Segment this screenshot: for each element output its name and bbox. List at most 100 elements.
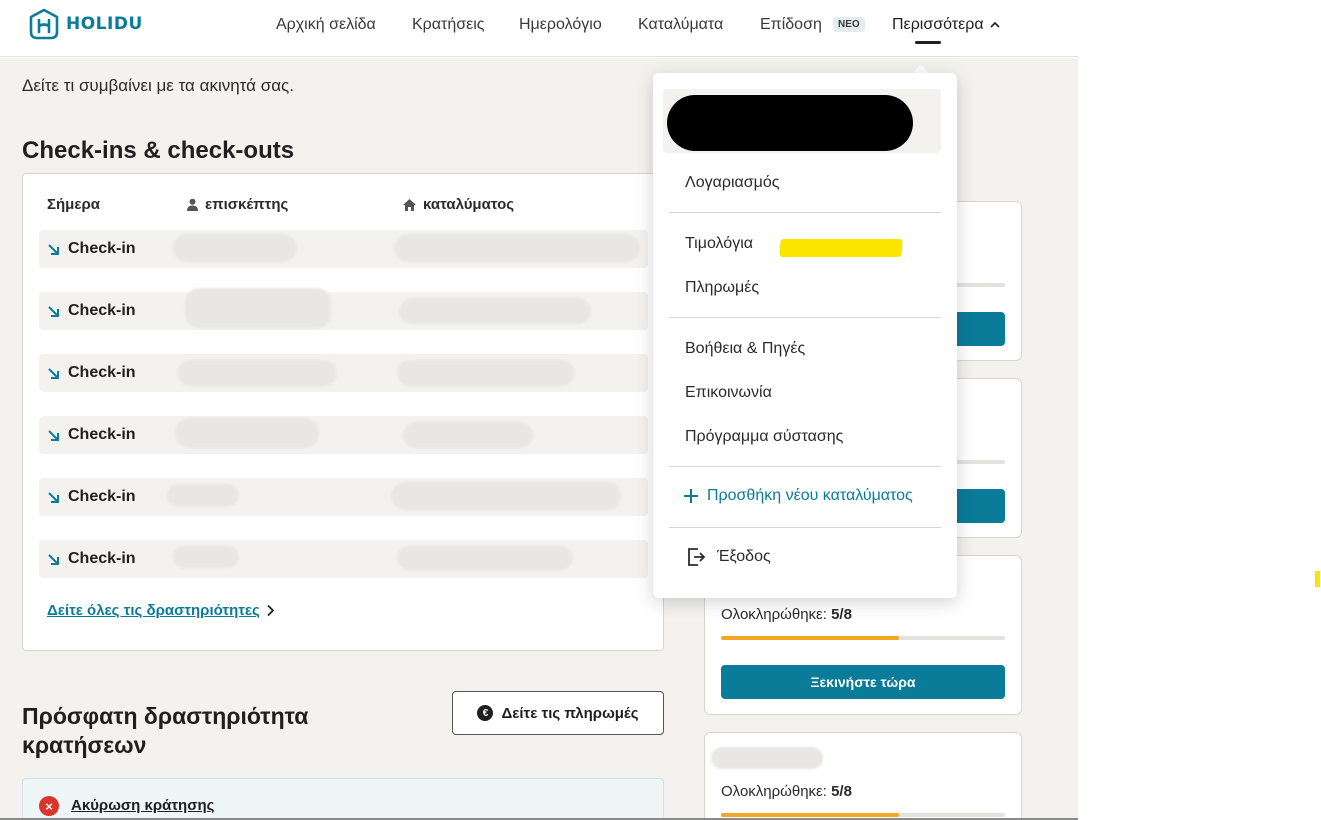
menu-contact[interactable]: Επικοινωνία (685, 384, 772, 402)
close-circle-icon: × (39, 796, 59, 816)
progress-bar (721, 813, 1005, 817)
column-today: Σήμερα (47, 196, 100, 213)
progress-text: Ολοκληρώθηκε: 5/8 (721, 606, 852, 623)
table-row[interactable]: Check-in (39, 230, 648, 268)
start-now-button[interactable]: Ξεκινήστε τώρα (721, 665, 1005, 699)
table-row[interactable]: Check-in (39, 478, 648, 516)
menu-help[interactable]: Βοήθεια & Πηγές (685, 340, 805, 358)
top-navigation-bar: HOLIDU Αρχική σελίδα Κρατήσεις Ημερολόγι… (0, 0, 1078, 57)
app-root: HOLIDU Αρχική σελίδα Κρατήσεις Ημερολόγι… (0, 0, 1321, 820)
redacted-guest (185, 288, 331, 328)
nav-bookings[interactable]: Κρατήσεις (412, 16, 485, 34)
nav-properties[interactable]: Καταλύματα (638, 16, 723, 34)
redacted-property (403, 422, 533, 448)
page-subtitle: Δείτε τι συμβαίνει με τα ακινητά σας. (22, 76, 294, 95)
redacted-guest (167, 484, 239, 506)
arrow-down-right-icon (48, 305, 59, 317)
menu-referral[interactable]: Πρόγραμμα σύστασης (685, 428, 843, 446)
table-row[interactable]: Check-in (39, 354, 648, 392)
nav-more[interactable]: Περισσότερα (892, 16, 1000, 34)
redacted-property (397, 360, 575, 386)
redacted-property (397, 546, 573, 570)
highlight-mark (1315, 571, 1320, 587)
checkin-text: Check-in (68, 364, 136, 381)
arrow-down-right-icon (48, 491, 59, 503)
arrow-down-right-icon (48, 429, 59, 441)
redacted-user-name (667, 95, 913, 151)
menu-payments[interactable]: Πληρωμές (685, 279, 759, 297)
progress-fill (721, 813, 899, 817)
view-all-label: Δείτε όλες τις δραστηριότητες (47, 602, 260, 619)
checkin-label: Check-in (47, 240, 136, 258)
table-row[interactable]: Check-in (39, 288, 648, 330)
logout-icon (688, 548, 706, 566)
checkin-text: Check-in (68, 550, 136, 567)
yellow-highlight (779, 239, 903, 257)
view-payments-button[interactable]: € Δείτε τις πληρωμές (452, 691, 664, 735)
chevron-up-icon (990, 21, 1000, 28)
menu-divider (669, 317, 941, 318)
menu-account[interactable]: Λογαριασμός (685, 174, 779, 192)
column-property: καταλύματος (402, 196, 514, 213)
menu-divider (669, 212, 941, 213)
new-badge: ΝΕΟ (833, 17, 865, 32)
redacted-guest (177, 360, 337, 386)
home-icon (403, 198, 416, 211)
redacted-guest (175, 418, 319, 448)
nav-performance[interactable]: Επίδοση (760, 16, 822, 34)
column-guest: επισκέπτης (186, 196, 288, 213)
onboarding-card: Ολοκληρώθηκε: 5/8 (704, 732, 1022, 820)
menu-invoices[interactable]: Τιμολόγια (685, 235, 753, 253)
menu-divider (669, 527, 941, 528)
table-row[interactable]: Check-in (39, 416, 648, 454)
progress-fill (721, 636, 899, 640)
checkins-title: Check-ins & check-outs (22, 137, 295, 164)
cancellation-label[interactable]: Ακύρωση κράτησης (71, 797, 214, 814)
checkin-label: Check-in (47, 364, 136, 382)
checkin-text: Check-in (68, 488, 136, 505)
redacted-guest (173, 546, 239, 568)
euro-icon: € (477, 705, 494, 721)
cancellation-item[interactable]: × Ακύρωση κράτησης (22, 778, 664, 820)
progress-text: Ολοκληρώθηκε: 5/8 (721, 783, 852, 800)
redacted-property (394, 234, 640, 262)
column-guest-label: επισκέπτης (205, 196, 289, 213)
menu-divider (669, 466, 941, 467)
redacted-guest (173, 234, 297, 262)
view-all-activities-link[interactable]: Δείτε όλες τις δραστηριότητες (47, 602, 275, 619)
checkin-text: Check-in (68, 240, 136, 257)
more-dropdown-menu: Λογαριασμός Τιμολόγια Πληρωμές Βοήθεια &… (653, 73, 957, 598)
add-property-button[interactable]: Προσθήκη νέου καταλύματος (683, 487, 913, 505)
table-row[interactable]: Check-in (39, 540, 648, 578)
column-property-label: καταλύματος (423, 196, 515, 213)
view-payments-label: Δείτε τις πληρωμές (501, 704, 639, 722)
progress-value: 5/8 (831, 783, 852, 800)
chevron-right-icon (267, 604, 275, 617)
start-now-label: Ξεκινήστε τώρα (810, 674, 916, 690)
plus-icon (684, 489, 698, 503)
add-property-label: Προσθήκη νέου καταλύματος (707, 487, 913, 504)
column-today-label: Σήμερα (47, 196, 100, 213)
nav-active-indicator (915, 41, 941, 44)
recent-activity-title: Πρόσφατη δραστηριότητα κρατήσεων (22, 703, 309, 758)
checkin-text: Check-in (68, 426, 136, 443)
logo-text: HOLIDU (66, 14, 143, 34)
redacted-card-title (711, 747, 823, 769)
checkin-label: Check-in (47, 550, 136, 568)
holidu-logo-icon (29, 8, 59, 40)
logout-label: Έξοδος (717, 548, 771, 565)
nav-calendar[interactable]: Ημερολόγιο (519, 16, 602, 34)
checkin-label: Check-in (47, 488, 136, 506)
checkins-card: Σήμερα επισκέπτης καταλύματος Check-in C… (22, 173, 664, 651)
arrow-down-right-icon (48, 367, 59, 379)
nav-home[interactable]: Αρχική σελίδα (276, 16, 376, 34)
progress-bar (721, 636, 1005, 640)
checkin-text: Check-in (68, 302, 136, 319)
redacted-property (399, 298, 591, 324)
user-profile-box[interactable] (663, 89, 941, 153)
logout-button[interactable]: Έξοδος (687, 548, 771, 566)
nav-more-label: Περισσότερα (892, 16, 984, 33)
arrow-down-right-icon (48, 553, 59, 565)
holidu-logo[interactable]: HOLIDU (28, 8, 143, 40)
checkin-label: Check-in (47, 302, 136, 320)
